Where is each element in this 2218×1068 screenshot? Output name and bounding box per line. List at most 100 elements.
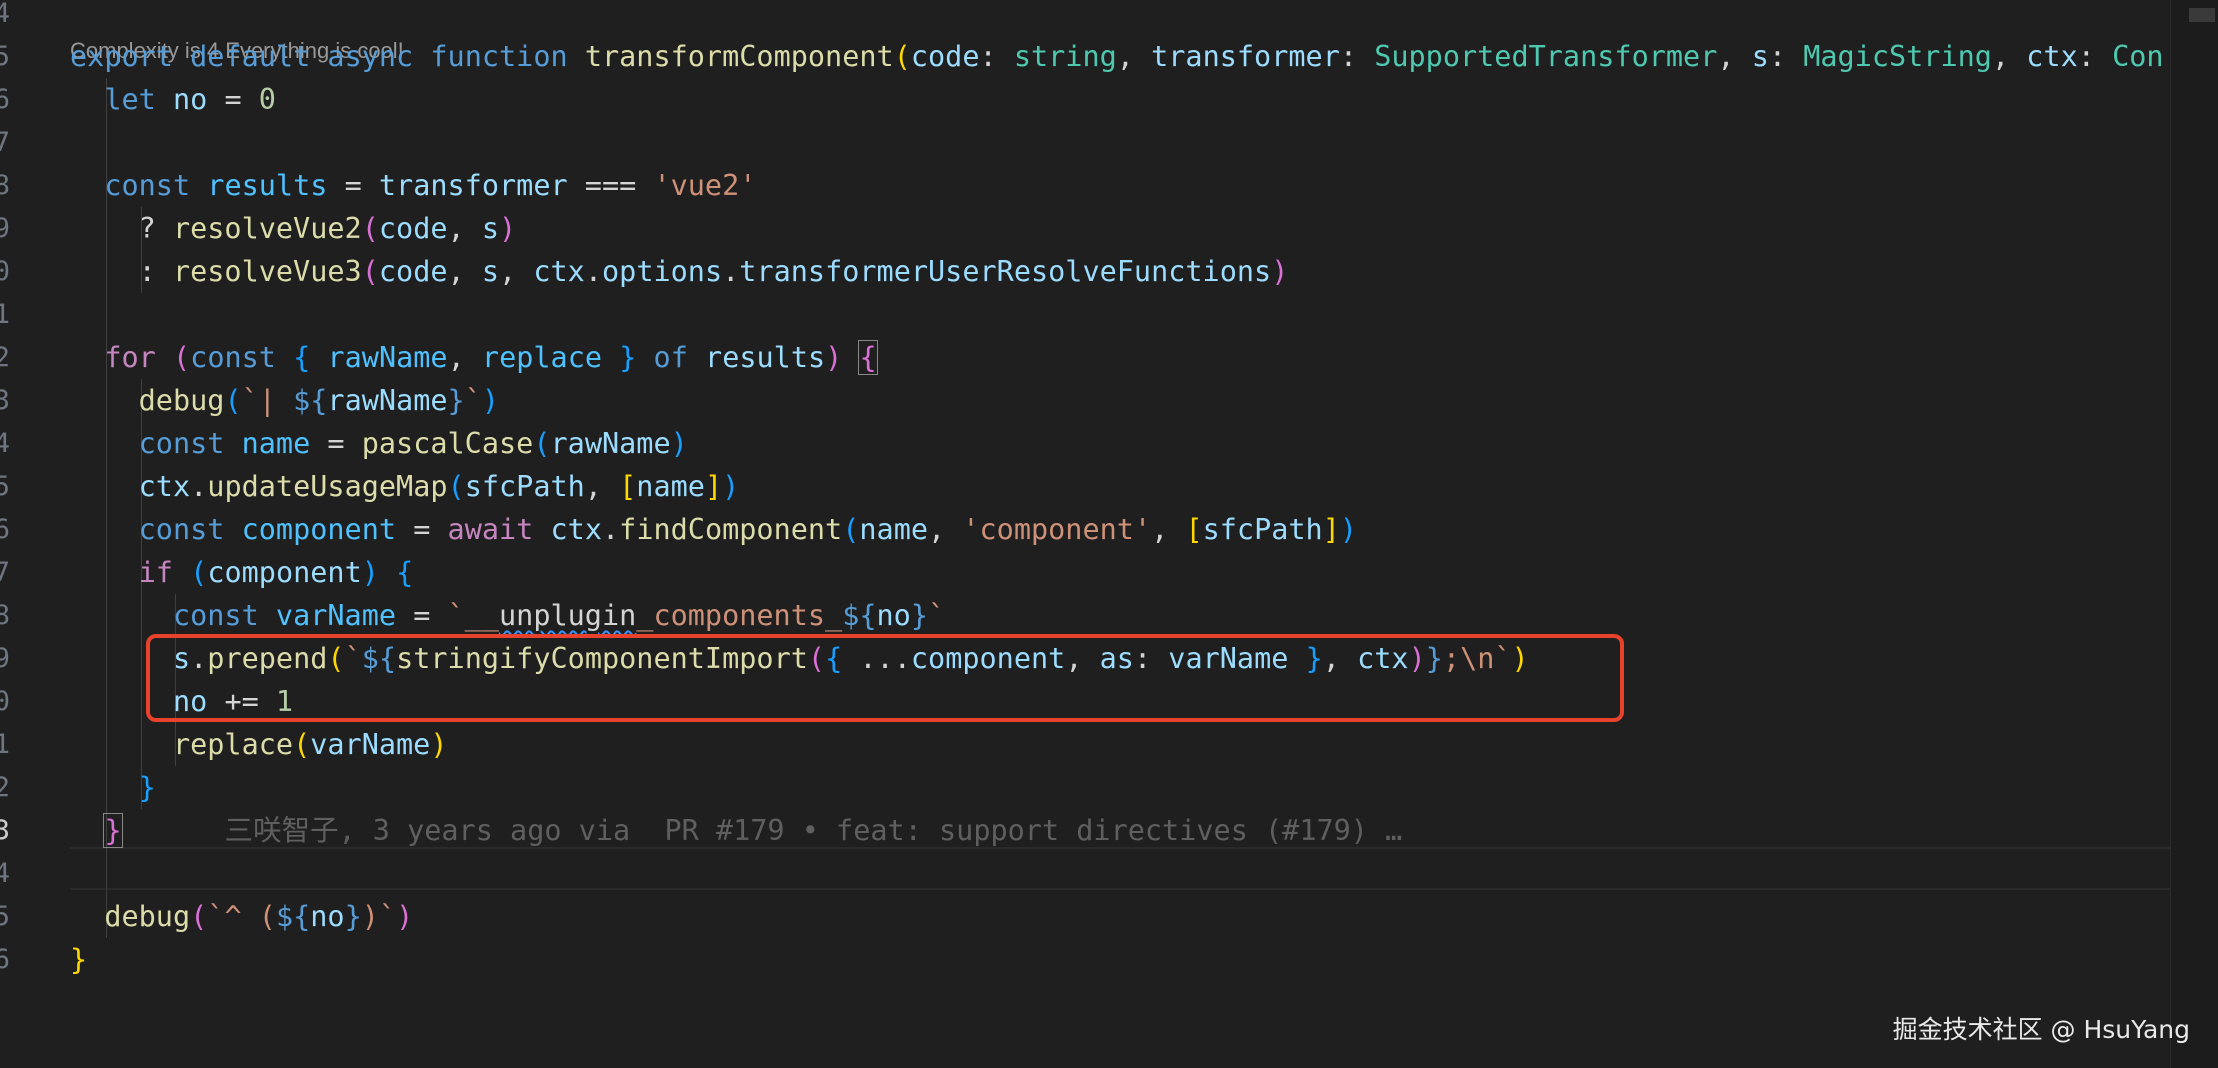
code-token: , xyxy=(499,255,534,288)
code-editor[interactable]: 45678901234567890123456 Complexity is 4 … xyxy=(0,0,2170,1068)
code-line[interactable]: ? resolveVue2(code, s) xyxy=(70,207,517,250)
code-token: sfcPath xyxy=(1202,513,1323,546)
code-line[interactable]: const varName = `__unplugin_components_$… xyxy=(70,594,945,637)
code-token: SupportedTransformer xyxy=(1374,40,1718,73)
code-token: = xyxy=(310,427,362,460)
code-token: name xyxy=(241,427,311,460)
minimap-viewport-indicator[interactable] xyxy=(2189,8,2215,22)
code-token: , xyxy=(447,212,482,245)
code-token: ctx xyxy=(2026,40,2078,73)
code-token: { xyxy=(293,341,311,374)
code-token: component xyxy=(207,556,362,589)
code-token: no xyxy=(172,83,208,116)
code-token: , xyxy=(928,513,963,546)
code-line[interactable]: for (const { rawName, replace } of resul… xyxy=(70,336,878,379)
code-token: rawName xyxy=(327,341,448,374)
code-token: rawName xyxy=(327,384,448,417)
code-token: const xyxy=(172,599,259,632)
code-line[interactable]: debug(`^ (${no})`) xyxy=(70,895,413,938)
code-token: { xyxy=(858,340,878,375)
line-number: 8 xyxy=(0,170,10,201)
code-token: pascalCase xyxy=(361,427,534,460)
code-token: } xyxy=(910,599,929,632)
code-token: ` xyxy=(464,384,482,417)
code-token: code xyxy=(378,255,448,288)
code-token: { xyxy=(396,556,414,589)
code-line[interactable]: export default async function transformC… xyxy=(70,35,2164,78)
code-token: } xyxy=(619,341,637,374)
code-token: === xyxy=(567,169,654,202)
code-line[interactable]: : resolveVue3(code, s, ctx.options.trans… xyxy=(70,250,1289,293)
code-token: transformer xyxy=(378,169,568,202)
code-line[interactable]: } 三咲智子, 3 years ago via PR #179 • feat: … xyxy=(70,809,1402,852)
code-token: updateUsageMap xyxy=(207,470,448,503)
git-blame-annotation[interactable]: 三咲智子, 3 years ago via PR #179 • feat: su… xyxy=(122,814,1402,847)
watermark-text: 掘金技术社区 @ HsuYang xyxy=(1892,1015,2190,1044)
code-token: : xyxy=(1768,40,1804,73)
code-line[interactable]: debug(`| ${rawName}`) xyxy=(70,379,499,422)
code-token: sfcPath xyxy=(464,470,585,503)
code-token: no xyxy=(310,900,345,933)
code-token: ) xyxy=(1271,255,1289,288)
code-line[interactable]: const component = await ctx.findComponen… xyxy=(70,508,1357,551)
code-token: varName xyxy=(275,599,397,632)
code-token: . xyxy=(722,255,740,288)
code-token: ctx xyxy=(533,255,585,288)
code-token: ( xyxy=(190,900,208,933)
code-line[interactable]: const results = transformer === 'vue2' xyxy=(70,164,756,207)
code-token: ] xyxy=(704,470,723,503)
code-line[interactable]: if (component) { xyxy=(70,551,414,594)
code-line[interactable]: } xyxy=(70,766,156,809)
code-token: ) xyxy=(670,427,688,460)
code-token: = xyxy=(327,169,379,202)
code-token: transformer xyxy=(1151,40,1340,73)
line-number: 4 xyxy=(0,428,10,459)
code-token: ? xyxy=(70,212,173,245)
code-token: ) xyxy=(1339,513,1358,546)
code-token: function xyxy=(430,40,568,73)
code-token: , xyxy=(1151,513,1186,546)
line-number: 6 xyxy=(0,84,10,115)
code-token: transformerUserResolveFunctions xyxy=(739,255,1272,288)
line-number: 2 xyxy=(0,772,10,803)
code-token: ) xyxy=(430,728,448,761)
code-token: ) xyxy=(722,470,740,503)
code-token: debug xyxy=(104,900,191,933)
code-token: ] xyxy=(1322,513,1340,546)
code-token: 'component' xyxy=(962,513,1152,546)
code-line[interactable]: ctx.updateUsageMap(sfcPath, [name]) xyxy=(70,465,740,508)
code-line[interactable]: } xyxy=(70,938,87,981)
code-token: export xyxy=(70,40,173,73)
code-token: ( xyxy=(447,470,465,503)
code-token: async xyxy=(327,40,414,73)
code-token: rawName xyxy=(550,427,671,460)
code-token: no xyxy=(876,599,911,632)
code-token: replace xyxy=(172,728,294,761)
code-token: s xyxy=(1751,40,1769,73)
code-token: , xyxy=(584,470,620,503)
code-token: const xyxy=(138,513,225,546)
code-line[interactable]: const name = pascalCase(rawName) xyxy=(70,422,688,465)
code-token: resolveVue3 xyxy=(172,255,362,288)
minimap[interactable] xyxy=(2170,0,2218,1068)
code-token: const xyxy=(104,169,191,202)
line-number: 3 xyxy=(0,815,10,846)
code-line[interactable]: replace(varName) xyxy=(70,723,448,766)
code-token: } xyxy=(138,771,156,804)
code-token: s xyxy=(481,255,500,288)
code-token: . xyxy=(584,255,602,288)
code-line[interactable]: let no = 0 xyxy=(70,78,276,121)
